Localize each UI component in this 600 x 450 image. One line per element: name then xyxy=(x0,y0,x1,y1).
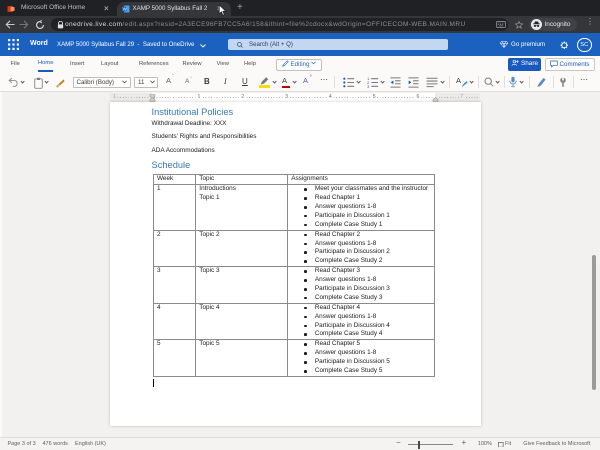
svg-text:W: W xyxy=(123,7,127,12)
svg-text:3: 3 xyxy=(367,85,369,88)
